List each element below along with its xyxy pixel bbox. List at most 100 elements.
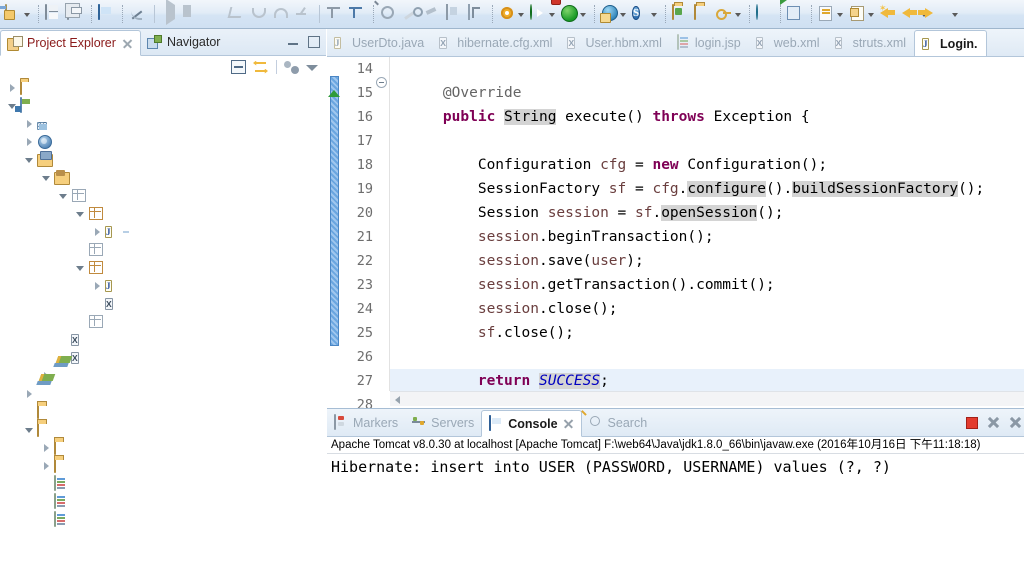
console-tab-search[interactable]: Search	[582, 409, 655, 436]
new-annotation-button[interactable]	[347, 2, 369, 26]
last-edit-location-button[interactable]: ✶	[878, 2, 900, 26]
code-line[interactable]: Configuration cfg = new Configuration();	[390, 153, 1024, 177]
tree-item-service[interactable]	[0, 313, 326, 331]
tree-item-meta-inf[interactable]	[0, 439, 326, 457]
run-on-server-button[interactable]	[599, 2, 630, 26]
step-into-button[interactable]	[248, 2, 270, 26]
previous-annotation-button[interactable]	[847, 2, 878, 26]
console-tab-bar[interactable]: Markers Servers Console Search	[327, 409, 1024, 437]
open-perspective-button[interactable]	[785, 2, 807, 26]
expander-open-icon[interactable]	[57, 188, 71, 204]
code-line[interactable]	[390, 345, 1024, 369]
code-line[interactable]: Session session = sf.openSession();	[390, 201, 1024, 225]
show-whitespace-button[interactable]	[466, 2, 488, 26]
chevron-down-icon[interactable]	[951, 5, 960, 23]
tree-item-jax-ws-web-services[interactable]	[0, 133, 326, 151]
save-button[interactable]	[43, 2, 65, 26]
tree-item-struts-xml[interactable]: X	[0, 349, 326, 367]
tree-item-web-inf[interactable]	[0, 457, 326, 475]
external-tools-button[interactable]	[497, 2, 528, 26]
open-type-button[interactable]	[378, 2, 400, 26]
fold-collapse-icon[interactable]	[376, 77, 387, 88]
folding-ruler[interactable]	[375, 57, 389, 391]
project-tree[interactable]: 2.5 J J X X X	[0, 78, 326, 566]
console-tab-markers[interactable]: Markers	[327, 409, 405, 436]
build-button[interactable]	[422, 2, 444, 26]
tree-item-src[interactable]	[0, 169, 326, 187]
chevron-down-icon[interactable]	[734, 5, 743, 23]
code-line[interactable]: public String execute() throws Exception…	[390, 105, 1024, 129]
forward-button[interactable]	[931, 2, 962, 26]
code-line[interactable]	[390, 129, 1024, 153]
code-editor[interactable]: 14151617181920212223242526272829 @Overri…	[327, 57, 1024, 437]
expander-closed-icon[interactable]	[23, 116, 37, 132]
svn-button[interactable]: S	[630, 2, 661, 26]
stop-red-square-icon[interactable]	[966, 416, 978, 429]
tree-item-ssh-framework[interactable]	[0, 97, 326, 115]
focus-on-active-task-icon[interactable]	[284, 60, 299, 74]
code-line[interactable]: SessionFactory sf = cfg.configure().buil…	[390, 177, 1024, 201]
tree-item-dto[interactable]	[0, 259, 326, 277]
collapse-all-icon[interactable]	[231, 60, 246, 74]
skip-breakpoints-button[interactable]	[127, 2, 149, 26]
tree-item-login-jsp[interactable]	[0, 493, 326, 511]
link-with-editor-icon[interactable]	[253, 60, 269, 75]
close-icon[interactable]	[563, 418, 574, 429]
disconnect-button[interactable]	[226, 2, 248, 26]
tree-item-userdto-java[interactable]: J	[0, 277, 326, 295]
tab-project-explorer[interactable]: Project Explorer	[0, 30, 141, 56]
tree-item-user-hbm-xml[interactable]: X	[0, 295, 326, 313]
tree-item-error-jsp[interactable]	[0, 475, 326, 493]
expander-open-icon[interactable]	[74, 260, 88, 276]
open-web-browser-button[interactable]	[754, 2, 776, 26]
step-over-button[interactable]	[270, 2, 292, 26]
source-code[interactable]: @Override public String execute() throws…	[390, 57, 1024, 391]
tree-item-action[interactable]	[0, 205, 326, 223]
tree-item-javascript-resources[interactable]	[0, 385, 326, 403]
code-line[interactable]	[390, 57, 1024, 81]
expander-open-icon[interactable]	[23, 152, 37, 168]
maximize-icon[interactable]	[308, 35, 320, 48]
new-wizard-button[interactable]	[3, 2, 34, 26]
console-tab-servers[interactable]: Servers	[405, 409, 481, 436]
editor-tab-bar[interactable]: J UserDto.java Xhibernate.cfg.xml X User.hbm…	[327, 29, 1024, 57]
console-tab-console[interactable]: Console	[481, 410, 582, 437]
code-line[interactable]: @Override	[390, 81, 1024, 105]
code-line[interactable]: session.getTransaction().commit();	[390, 273, 1024, 297]
chevron-down-icon[interactable]	[579, 5, 588, 23]
expander-open-icon[interactable]	[74, 206, 88, 222]
minimize-icon[interactable]	[287, 35, 300, 48]
key-tool-button[interactable]	[714, 2, 745, 26]
tree-item-hibernate-cfg-xml[interactable]: X	[0, 331, 326, 349]
editor-tab-hibernate-cfg-xml[interactable]: Xhibernate.cfg.xml	[432, 29, 560, 56]
editor-tab-userdto-java[interactable]: J UserDto.java	[327, 29, 432, 56]
expander-closed-icon[interactable]	[40, 440, 54, 456]
code-line[interactable]: session.beginTransaction();	[390, 225, 1024, 249]
run-button[interactable]	[528, 2, 559, 26]
expander-open-icon[interactable]	[40, 170, 54, 186]
close-icon[interactable]	[122, 38, 133, 49]
expander-closed-icon[interactable]	[40, 458, 54, 474]
step-return-button[interactable]	[292, 2, 314, 26]
toggle-block-selection-button[interactable]	[444, 2, 466, 26]
tree-item-build[interactable]	[0, 403, 326, 421]
expander-closed-icon[interactable]	[6, 80, 20, 96]
tab-navigator[interactable]: Navigator	[141, 29, 228, 55]
save-all-button[interactable]	[65, 2, 87, 26]
chevron-down-icon[interactable]	[619, 5, 628, 23]
editor-tab-user-hbm-xml[interactable]: X User.hbm.xml	[560, 29, 669, 56]
editor-tab-login-jsp[interactable]: login.jsp	[670, 29, 749, 56]
editor-horizontal-scrollbar[interactable]	[390, 391, 1024, 406]
tree-item-java-resources[interactable]	[0, 151, 326, 169]
terminate-button[interactable]	[204, 2, 226, 26]
chevron-down-icon[interactable]	[836, 5, 845, 23]
tree-item-dao[interactable]	[0, 241, 326, 259]
expander-closed-icon[interactable]	[23, 386, 37, 402]
chevron-down-icon[interactable]	[306, 61, 318, 73]
editor-tab-struts-xml[interactable]: Xstruts.xml	[828, 29, 914, 56]
close-all-x-icon[interactable]	[1009, 416, 1022, 429]
expander-closed-icon[interactable]	[23, 134, 37, 150]
editor-tab-login[interactable]: J Login.	[914, 30, 987, 56]
chevron-down-icon[interactable]	[548, 5, 557, 23]
tree-item-servers[interactable]	[0, 79, 326, 97]
